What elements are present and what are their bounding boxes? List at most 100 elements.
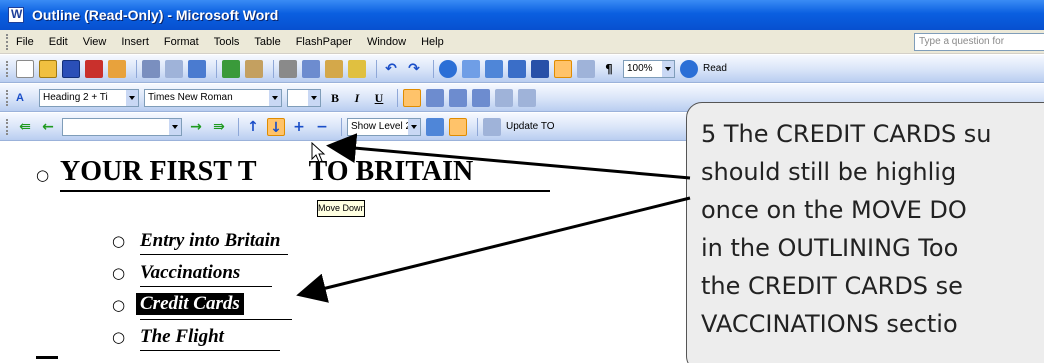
heading-underline [60, 190, 550, 192]
menu-table[interactable]: Table [254, 36, 280, 48]
menu-tools[interactable]: Tools [214, 36, 240, 48]
cut-icon[interactable] [279, 59, 297, 78]
style-value: Heading 2 + Ti [43, 91, 108, 103]
toolbar-separator [238, 117, 239, 136]
move-down-tooltip: Move Down [317, 200, 366, 217]
window-title: Outline (Read-Only) - Microsoft Word [32, 7, 279, 23]
outline-symbol-icon[interactable]: ○ [112, 264, 125, 282]
toolbar-separator [397, 88, 398, 107]
heading-text-right: TO BRITAIN [308, 156, 474, 187]
document-map-icon[interactable] [577, 59, 595, 78]
outline-symbol-icon[interactable]: ○ [112, 296, 125, 314]
outline-item-selected[interactable]: Credit Cards [136, 293, 244, 315]
line-spacing-icon[interactable] [495, 88, 513, 107]
email-icon[interactable] [108, 59, 126, 78]
move-up-icon[interactable]: ↑ [244, 118, 262, 136]
menu-bar: File Edit View Insert Format Tools Table… [0, 30, 1044, 54]
print-preview-icon[interactable] [165, 59, 183, 78]
toolbar-grip [6, 118, 10, 135]
outline-symbol-icon[interactable]: ○ [112, 328, 125, 346]
paste-icon[interactable] [325, 59, 343, 78]
menu-window[interactable]: Window [367, 36, 406, 48]
show-level-select[interactable]: Show Level 2 [347, 117, 421, 136]
promote-to-heading-icon[interactable]: ⇚ [16, 118, 34, 136]
chevron-down-icon [269, 89, 281, 106]
undo-icon[interactable]: ↶ [382, 60, 400, 78]
numbering-icon[interactable] [518, 88, 536, 107]
standard-toolbar: ↶ ↷ ¶ 100% Read [0, 55, 1044, 83]
outline-symbol-icon[interactable]: ○ [112, 232, 125, 250]
align-center-icon[interactable] [426, 88, 444, 107]
format-painter-icon[interactable] [348, 59, 366, 78]
menu-view[interactable]: View [83, 36, 107, 48]
toolbar-separator [341, 117, 342, 136]
styles-icon[interactable]: A [16, 89, 34, 107]
hyperlink-icon[interactable] [439, 59, 457, 78]
menu-edit[interactable]: Edit [49, 36, 68, 48]
print-icon[interactable] [142, 59, 160, 78]
show-first-line-icon[interactable] [426, 117, 444, 136]
spelling-icon[interactable] [222, 59, 240, 78]
move-down-button[interactable]: ↓ [267, 117, 285, 136]
menu-format[interactable]: Format [164, 36, 199, 48]
permission-icon[interactable] [85, 59, 103, 78]
font-size-select[interactable] [287, 88, 321, 107]
tables-borders-icon[interactable] [462, 59, 480, 78]
show-hide-icon[interactable]: ¶ [600, 60, 618, 78]
outline-symbol-icon[interactable]: ○ [36, 166, 49, 184]
toolbar-separator [433, 59, 434, 78]
expand-icon[interactable]: + [290, 118, 308, 136]
redo-icon[interactable]: ↷ [405, 60, 423, 78]
word-window: Outline (Read-Only) - Microsoft Word Fil… [0, 0, 1044, 363]
demote-icon[interactable]: → [187, 118, 205, 136]
item-underline [140, 319, 292, 320]
toolbar-separator [136, 59, 137, 78]
open-folder-icon[interactable] [39, 59, 57, 78]
menu-file[interactable]: File [16, 36, 34, 48]
item-underline [140, 286, 272, 287]
zoom-select[interactable]: 100% [623, 59, 675, 78]
research-book-icon[interactable] [245, 59, 263, 78]
demote-to-body-icon[interactable]: ⇛ [210, 118, 228, 136]
outline-item[interactable]: Vaccinations [140, 262, 240, 284]
align-right-icon[interactable] [449, 88, 467, 107]
copy-icon[interactable] [302, 59, 320, 78]
align-left-icon[interactable] [403, 88, 421, 107]
item-underline [140, 350, 280, 351]
underline-icon[interactable]: U [370, 89, 388, 107]
callout-line: should still be highlig [701, 158, 957, 186]
justify-icon[interactable] [472, 88, 490, 107]
callout-line: once on the MOVE DO [701, 196, 967, 224]
menu-insert[interactable]: Insert [121, 36, 149, 48]
outline-level-select[interactable] [62, 117, 182, 136]
heading-text-left: YOUR FIRST T [60, 156, 257, 187]
menu-flashpaper[interactable]: FlashPaper [296, 36, 352, 48]
update-toc-button[interactable]: Update TO [506, 121, 555, 132]
style-select[interactable]: Heading 2 + Ti [39, 88, 139, 107]
italic-icon[interactable]: I [348, 89, 366, 107]
new-document-icon[interactable] [16, 59, 34, 78]
columns-icon[interactable] [531, 59, 549, 78]
font-value: Times New Roman [148, 91, 233, 103]
collapse-icon[interactable]: − [313, 118, 331, 136]
research-icon[interactable] [188, 59, 206, 78]
update-toc-icon[interactable] [483, 117, 501, 136]
show-level-value: Show Level 2 [351, 120, 412, 132]
show-formatting-icon[interactable] [449, 117, 467, 136]
insert-table-icon[interactable] [485, 59, 503, 78]
outline-item[interactable]: The Flight [140, 326, 224, 348]
promote-icon[interactable]: ← [39, 118, 57, 136]
font-select[interactable]: Times New Roman [144, 88, 282, 107]
outline-item[interactable]: Entry into Britain [140, 230, 280, 252]
chevron-down-icon [126, 89, 138, 106]
save-icon[interactable] [62, 59, 80, 78]
drawing-icon[interactable] [554, 59, 572, 78]
read-button[interactable]: Read [703, 63, 727, 74]
end-of-document-marker [36, 356, 58, 359]
insert-excel-icon[interactable] [508, 59, 526, 78]
zoom-value: 100% [627, 62, 653, 74]
ask-question-input[interactable]: Type a question for [914, 33, 1044, 51]
menu-help[interactable]: Help [421, 36, 444, 48]
bold-icon[interactable]: B [326, 89, 344, 107]
help-icon[interactable] [680, 59, 698, 78]
